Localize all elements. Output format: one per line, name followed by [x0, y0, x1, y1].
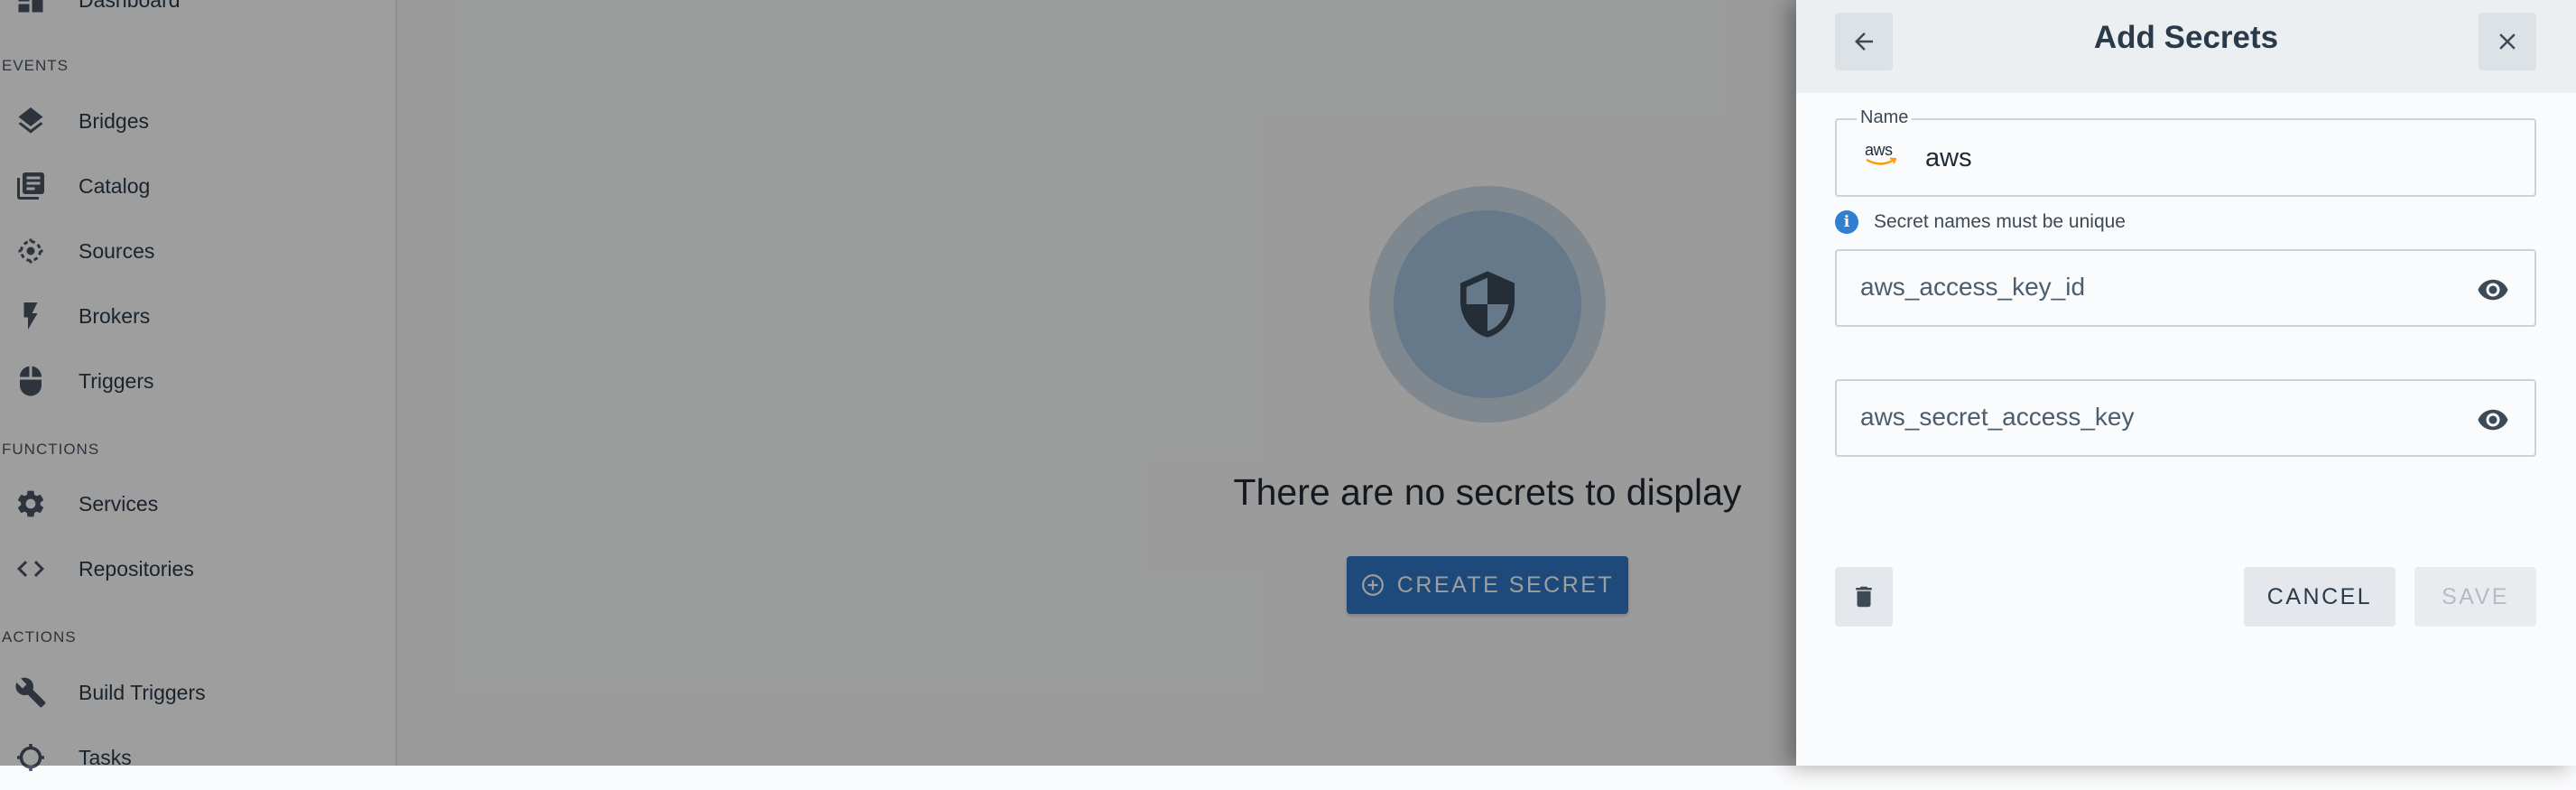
eye-icon[interactable] — [2475, 274, 2511, 306]
aws-logo: aws — [1864, 141, 1898, 172]
back-button[interactable] — [1835, 13, 1893, 70]
close-icon — [2499, 33, 2516, 50]
secret-field-access-key-id[interactable]: aws_access_key_id — [1835, 249, 2536, 327]
secret-name-value: aws — [1925, 144, 1972, 172]
secret-name-field[interactable]: Name aws aws — [1835, 107, 2536, 197]
eye-icon[interactable] — [2475, 404, 2511, 436]
add-secrets-drawer: Add Secrets Name aws aws i Secret names … — [1796, 0, 2576, 766]
helper-text: Secret names must be unique — [1874, 211, 2126, 232]
drawer-header: Add Secrets — [1796, 0, 2576, 93]
drawer-title: Add Secrets — [2093, 20, 2279, 55]
save-button[interactable]: SAVE — [2414, 567, 2536, 627]
arrow-back-icon — [1855, 33, 1873, 51]
cancel-button[interactable]: CANCEL — [2244, 567, 2395, 627]
info-icon: i — [1835, 210, 1858, 234]
close-button[interactable] — [2479, 13, 2536, 70]
secret-field-label: aws_secret_access_key — [1860, 403, 2135, 431]
delete-button[interactable] — [1835, 567, 1893, 627]
trash-icon — [1856, 586, 1872, 608]
name-field-legend: Name — [1857, 107, 1913, 128]
secret-field-secret-access-key[interactable]: aws_secret_access_key — [1835, 379, 2536, 457]
secret-field-label: aws_access_key_id — [1860, 273, 2086, 301]
helper-text-row: i Secret names must be unique — [1835, 209, 2126, 236]
